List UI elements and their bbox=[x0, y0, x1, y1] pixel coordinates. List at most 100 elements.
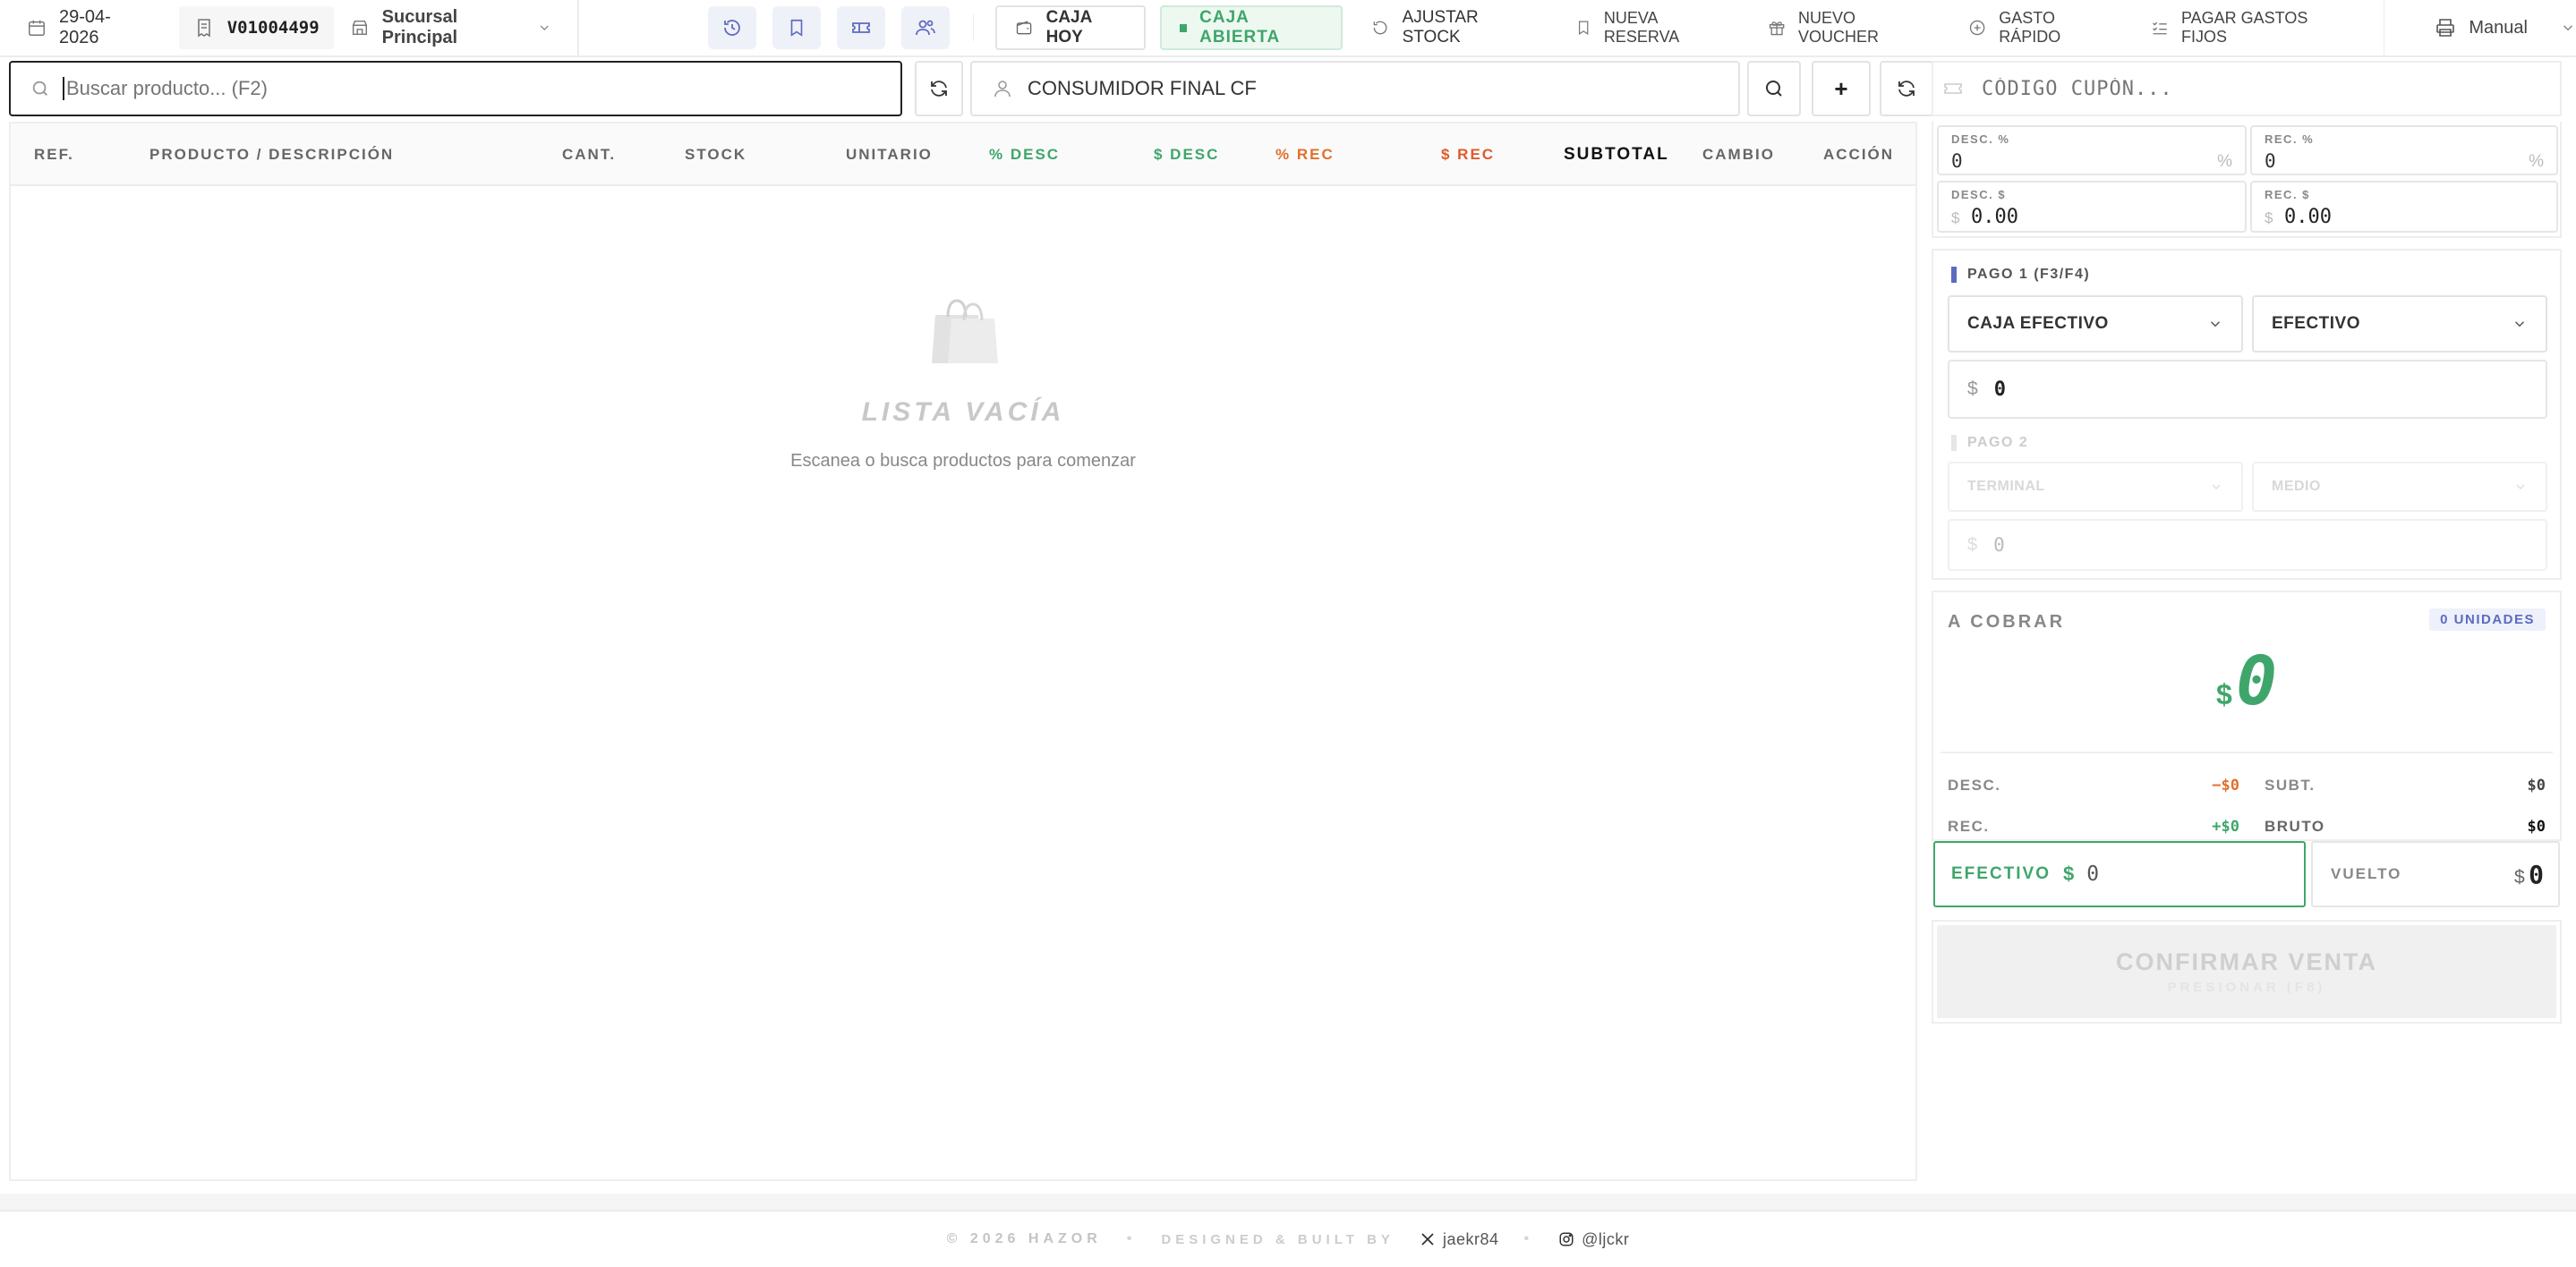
refresh-customer-button[interactable] bbox=[1880, 61, 1933, 116]
bruto-value: $0 bbox=[2527, 818, 2546, 836]
calendar-icon bbox=[29, 20, 45, 36]
caja-abierta-label: CAJA ABIERTA bbox=[1199, 8, 1281, 47]
footer: © 2026 HAZOR • DESIGNED & BUILT BY jaekr… bbox=[0, 1210, 2576, 1267]
pago1-medio-select[interactable]: EFECTIVO bbox=[2252, 295, 2547, 353]
col-unitario: UNITARIO bbox=[846, 146, 933, 163]
efectivo-input[interactable]: EFECTIVO $ 0 bbox=[1933, 841, 2306, 907]
pago2-medio-select[interactable]: MEDIO bbox=[2252, 462, 2547, 512]
caja-abierta-status[interactable]: CAJA ABIERTA bbox=[1159, 5, 1343, 50]
text-caret bbox=[63, 77, 64, 100]
coupon-field[interactable] bbox=[1932, 61, 2562, 116]
ticket-button[interactable] bbox=[836, 6, 885, 49]
desc-pct-field[interactable]: DESC. % 0 % bbox=[1937, 125, 2247, 175]
caja-hoy-label: CAJA HOY bbox=[1045, 8, 1092, 47]
subt-value: $0 bbox=[2527, 777, 2546, 795]
desc-amt-field[interactable]: DESC. $ $ 0.00 bbox=[1937, 181, 2247, 233]
print-mode-selector[interactable]: Manual bbox=[2435, 6, 2576, 49]
confirm-hint: PRESIONAR (F8) bbox=[2167, 980, 2326, 995]
table-header: REF. PRODUCTO / DESCRIPCIÓN CANT. STOCK … bbox=[11, 123, 1915, 186]
users-button[interactable] bbox=[900, 6, 950, 49]
pago1-title: PAGO 1 (F3/F4) bbox=[1967, 267, 2091, 282]
pago2-header: PAGO 2 bbox=[1951, 435, 2028, 451]
subt-label: SUBT. bbox=[2265, 777, 2316, 794]
bookmark-icon bbox=[790, 19, 802, 37]
payments-panel: PAGO 1 (F3/F4) CAJA EFECTIVO EFECTIVO $ … bbox=[1932, 249, 2562, 580]
gasto-rapido-button[interactable]: GASTO RÁPIDO bbox=[1950, 5, 2129, 50]
printer-icon bbox=[2436, 19, 2455, 37]
pago2-terminal-select[interactable]: TERMINAL bbox=[1948, 462, 2243, 512]
instagram-link[interactable]: @ljckr bbox=[1558, 1230, 1629, 1249]
confirm-sale-button[interactable]: CONFIRMAR VENTA PRESIONAR (F8) bbox=[1937, 925, 2556, 1018]
pago2-amount: 0 bbox=[1993, 534, 2005, 556]
divider bbox=[576, 0, 579, 56]
ticket-number: V01004499 bbox=[178, 6, 334, 49]
search-row: CONSUMIDOR FINAL CF + bbox=[9, 61, 1933, 116]
total-value: 0 bbox=[2236, 641, 2277, 720]
currency-symbol: $ bbox=[2063, 863, 2075, 885]
units-badge: 0 UNIDADES bbox=[2429, 608, 2546, 631]
rec-amt-field[interactable]: REC. $ $ 0.00 bbox=[2250, 181, 2558, 233]
ticket-icon bbox=[851, 22, 870, 33]
col-producto: PRODUCTO / DESCRIPCIÓN bbox=[149, 146, 395, 163]
col-amt-rec: $ REC bbox=[1441, 146, 1496, 163]
history-button[interactable] bbox=[707, 6, 756, 49]
pagar-gastos-fijos-button[interactable]: PAGAR GASTOS FIJOS bbox=[2133, 5, 2362, 50]
col-stock: STOCK bbox=[685, 146, 747, 163]
pct-symbol: % bbox=[2217, 152, 2232, 171]
customer-selector[interactable]: CONSUMIDOR FINAL CF bbox=[970, 61, 1740, 116]
pago1-caja-select[interactable]: CAJA EFECTIVO bbox=[1948, 295, 2243, 353]
adjustments-panel: DESC. % 0 % REC. % 0 % DESC. $ $ 0.00 RE… bbox=[1932, 122, 2562, 238]
nueva-reserva-label: NUEVA RESERVA bbox=[1603, 9, 1680, 46]
footer-spacer bbox=[0, 1194, 2576, 1210]
refresh-icon bbox=[1898, 81, 1915, 97]
chevron-down-icon bbox=[2514, 321, 2525, 327]
efectivo-value: 0 bbox=[2086, 863, 2100, 886]
pagar-gastos-fijos-label: PAGAR GASTOS FIJOS bbox=[2180, 9, 2308, 46]
col-pct-rec: % REC bbox=[1275, 146, 1335, 163]
shopping-bag-icon bbox=[932, 299, 998, 363]
nueva-reserva-button[interactable]: NUEVA RESERVA bbox=[1557, 5, 1744, 50]
pago1-medio-value: EFECTIVO bbox=[2272, 314, 2361, 333]
product-search-box[interactable] bbox=[9, 61, 902, 116]
x-link[interactable]: jaekr84 bbox=[1420, 1230, 1499, 1249]
currency-symbol: $ bbox=[2514, 866, 2525, 888]
col-ref: REF. bbox=[34, 146, 74, 163]
caja-hoy-button[interactable]: CAJA HOY bbox=[995, 5, 1146, 50]
col-accion: ACCIÓN bbox=[1823, 146, 1895, 163]
pago2-title: PAGO 2 bbox=[1967, 435, 2029, 450]
efectivo-label: EFECTIVO bbox=[1951, 864, 2051, 883]
rec-pct-field[interactable]: REC. % 0 % bbox=[2250, 125, 2558, 175]
desc-amt-label: DESC. $ bbox=[1951, 188, 2007, 201]
refresh-search-button[interactable] bbox=[915, 61, 963, 116]
pago1-amount-field[interactable]: $ 0 bbox=[1948, 360, 2547, 419]
branch-text: Sucursal Principal bbox=[381, 7, 458, 47]
gasto-rapido-label: GASTO RÁPIDO bbox=[1999, 9, 2061, 46]
checklist-icon bbox=[2152, 21, 2167, 35]
rec-pct-label: REC. % bbox=[2265, 132, 2315, 146]
vuelto-value: 0 bbox=[2529, 859, 2544, 889]
gift-icon bbox=[1769, 21, 1785, 36]
plus-circle-icon bbox=[1969, 20, 1985, 36]
branch-selector[interactable]: Sucursal Principal bbox=[350, 6, 552, 49]
col-amt-desc: $ DESC bbox=[1154, 146, 1220, 163]
product-search-input[interactable] bbox=[66, 77, 854, 100]
currency-symbol: $ bbox=[1967, 378, 1978, 399]
coupon-input[interactable] bbox=[1982, 77, 2519, 100]
nuevo-voucher-button[interactable]: NUEVO VOUCHER bbox=[1750, 5, 1947, 50]
accent-bar bbox=[1951, 267, 1957, 283]
cash-row: EFECTIVO $ 0 VUELTO $ 0 bbox=[1932, 841, 2562, 916]
empty-subtitle: Escanea o busca productos para comenzar bbox=[790, 451, 1136, 471]
rec-pct-value: 0 bbox=[2265, 150, 2276, 172]
bookmark-button[interactable] bbox=[772, 6, 821, 49]
ajustar-stock-button[interactable]: AJUSTAR STOCK bbox=[1353, 5, 1548, 50]
currency-symbol: $ bbox=[1967, 534, 1978, 555]
total-display: $ 0 bbox=[1933, 641, 2560, 720]
add-customer-button[interactable]: + bbox=[1812, 61, 1871, 116]
pago2-amount-field[interactable]: $ 0 bbox=[1948, 519, 2547, 571]
customer-search-button[interactable] bbox=[1747, 61, 1801, 116]
confirm-wrapper: CONFIRMAR VENTA PRESIONAR (F8) bbox=[1932, 920, 2562, 1024]
search-icon bbox=[1766, 81, 1782, 97]
ig-handle: @ljckr bbox=[1582, 1229, 1630, 1248]
wallet-icon bbox=[1017, 21, 1032, 35]
divider bbox=[2383, 0, 2385, 56]
